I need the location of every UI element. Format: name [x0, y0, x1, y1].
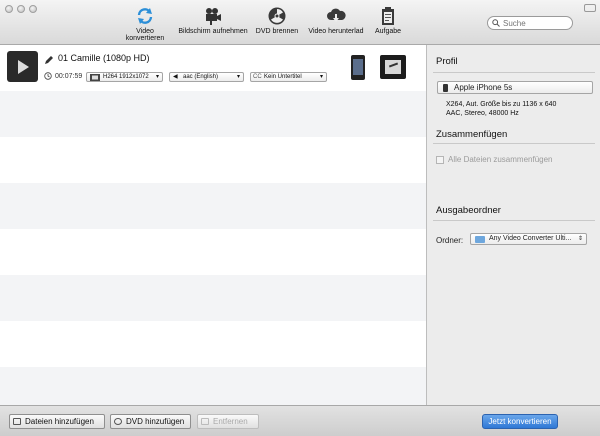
output-heading: Ausgabeordner — [436, 205, 501, 216]
profile-value: Apple iPhone 5s — [454, 83, 513, 92]
output-folder-select[interactable]: Any Video Converter Ulti... ⇕ — [470, 233, 587, 245]
task-label: Aufgabe — [374, 28, 402, 35]
merge-heading: Zusammenfügen — [436, 129, 508, 140]
search-field[interactable] — [487, 16, 573, 30]
search-input[interactable] — [500, 18, 569, 28]
convert-now-button[interactable]: Jetzt konvertieren — [482, 414, 558, 429]
list-stripe — [0, 91, 426, 137]
zoom-window-button[interactable] — [29, 5, 37, 13]
duration: 00:07:59 — [44, 72, 82, 80]
video-convert-label: Video konvertieren — [125, 28, 165, 42]
minimize-window-button[interactable] — [17, 5, 25, 13]
close-window-button[interactable] — [5, 5, 13, 13]
merge-checkbox-label: Alle Dateien zusammenfügen — [448, 155, 553, 164]
toolbar: Video konvertieren Bildschirm aufnehmen … — [0, 0, 600, 45]
subtitle-icon: CC — [253, 74, 262, 80]
video-download-label: Video herunterlad — [308, 28, 364, 35]
list-stripe — [0, 275, 426, 321]
add-files-label: Dateien hinzufügen — [25, 417, 94, 426]
video-track-select[interactable]: H264 1912x1072 ▾ — [86, 72, 163, 82]
speaker-icon: ◀ — [173, 74, 178, 80]
video-track-value: H264 1912x1072 — [103, 74, 149, 80]
iphone-icon[interactable] — [351, 55, 365, 80]
folder-icon — [475, 236, 485, 243]
output-folder-value: Any Video Converter Ulti... — [489, 235, 572, 242]
task-button[interactable]: Aufgabe — [370, 6, 406, 35]
add-dvd-label: DVD hinzufügen — [126, 417, 185, 426]
duration-value: 00:07:59 — [55, 72, 83, 80]
window-controls — [5, 5, 37, 13]
audio-track-select[interactable]: ◀ aac (English) ▾ — [169, 72, 244, 82]
video-convert-button[interactable]: Video konvertieren — [116, 6, 174, 42]
profile-spec-audio: AAC, Stereo, 48000 Hz — [446, 110, 519, 117]
convert-icon — [137, 8, 153, 24]
audio-track-value: aac (English) — [183, 74, 219, 80]
profile-heading: Profil — [436, 56, 458, 67]
divider — [433, 143, 595, 144]
video-download-button[interactable]: Video herunterlad — [306, 6, 366, 35]
chevron-down-icon: ▾ — [319, 74, 323, 80]
add-files-button[interactable]: Dateien hinzufügen — [9, 414, 105, 429]
dvd-burn-icon — [268, 7, 286, 25]
list-stripe — [0, 367, 426, 405]
file-list: 01 Camille (1080p HD) 00:07:59 H264 1912… — [0, 45, 427, 405]
divider — [433, 72, 595, 73]
remove-label: Entfernen — [213, 417, 248, 426]
dvd-icon — [114, 418, 122, 425]
phone-icon — [443, 84, 448, 92]
remove-icon — [201, 418, 209, 425]
cloud-download-icon — [327, 8, 346, 22]
add-file-icon — [13, 418, 21, 425]
settings-panel: Profil Apple iPhone 5s X264, Aut. Größe … — [427, 45, 600, 405]
subtitle-select[interactable]: CC Kein Untertitel ▾ — [250, 72, 327, 82]
chevron-updown-icon: ⇕ — [577, 236, 583, 242]
screen-record-label: Bildschirm aufnehmen — [178, 28, 248, 35]
search-icon — [492, 19, 500, 27]
subtitle-value: Kein Untertitel — [264, 74, 302, 80]
file-row[interactable]: 01 Camille (1080p HD) 00:07:59 H264 1912… — [0, 45, 426, 91]
folder-label: Ordner: — [436, 236, 464, 245]
edit-icon[interactable] — [44, 55, 54, 65]
video-edit-icon[interactable] — [380, 55, 406, 79]
profile-select[interactable]: Apple iPhone 5s — [437, 81, 593, 94]
add-dvd-button[interactable]: DVD hinzufügen — [110, 414, 191, 429]
screen-record-button[interactable]: Bildschirm aufnehmen — [178, 6, 248, 35]
dvd-burn-label: DVD brennen — [255, 28, 299, 35]
merge-checkbox[interactable]: Alle Dateien zusammenfügen — [436, 155, 553, 164]
clipboard-icon — [382, 7, 394, 25]
camera-icon — [206, 8, 221, 25]
profile-spec-video: X264, Aut. Größe bis zu 1136 x 640 — [446, 101, 557, 108]
chevron-down-icon: ▾ — [236, 74, 240, 80]
checkbox-box[interactable] — [436, 155, 444, 164]
remove-button[interactable]: Entfernen — [197, 414, 259, 429]
list-stripe — [0, 183, 426, 229]
dvd-burn-button[interactable]: DVD brennen — [254, 6, 300, 35]
video-thumbnail[interactable] — [7, 51, 38, 82]
fullscreen-button[interactable] — [584, 4, 596, 12]
divider — [433, 220, 595, 221]
bottom-bar: Dateien hinzufügen DVD hinzufügen Entfer… — [0, 405, 600, 436]
chevron-down-icon: ▾ — [155, 74, 159, 80]
film-icon — [90, 74, 100, 81]
clock-icon — [44, 72, 52, 80]
file-name[interactable]: 01 Camille (1080p HD) — [58, 53, 150, 63]
